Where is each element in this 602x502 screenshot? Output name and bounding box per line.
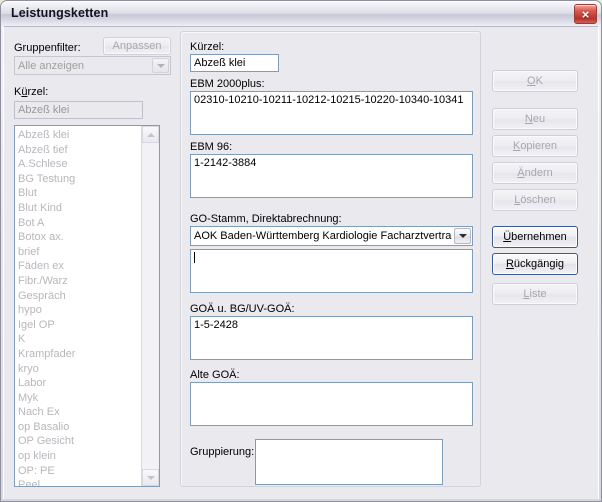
kuerzel-filter-input-value: Abzeß klei <box>18 104 70 116</box>
list-item[interactable]: BG Testung <box>18 172 142 187</box>
list-item[interactable]: Gespräch <box>18 289 142 304</box>
gruppierung-label: Gruppierung: <box>190 446 255 458</box>
chevron-down-icon <box>146 475 155 480</box>
gruppenfilter-combo-value: Alle anzeigen <box>18 60 85 72</box>
list-item[interactable]: hypo <box>18 303 142 318</box>
gostamm-combo-arrow-button[interactable] <box>454 228 471 244</box>
goae-value: 1-5-2428 <box>194 319 239 331</box>
title-bar[interactable]: Leistungsketten × <box>1 1 601 27</box>
ebm2000plus-label: EBM 2000plus: <box>190 78 265 90</box>
list-item[interactable]: OP: PE <box>18 464 142 479</box>
ebm2000plus-textarea[interactable]: 02310-10210-10211-10212-10215-10220-1034… <box>190 91 473 135</box>
gruppierung-input[interactable] <box>255 439 443 485</box>
rueckgaengig-button[interactable]: Rückgängig <box>492 253 578 275</box>
aendern-button[interactable]: Ändern <box>492 162 578 184</box>
detail-kuerzel-label: Kürzel: <box>190 41 225 53</box>
list-item[interactable]: Blut Kind <box>18 201 142 216</box>
ebm96-value: 1-2142-3884 <box>194 157 257 169</box>
list-item[interactable]: OP Gesicht <box>18 434 142 449</box>
list-item[interactable]: Blut <box>18 186 142 201</box>
liste-button[interactable]: Liste <box>492 283 578 305</box>
gostamm-combo[interactable]: AOK Baden-Württemberg Kardiologie Fachar… <box>190 226 473 246</box>
window-title: Leistungsketten <box>11 6 109 20</box>
gruppenfilter-combo[interactable]: Alle anzeigen <box>14 56 171 75</box>
list-item[interactable]: Abzeß klei <box>18 128 142 143</box>
anpassen-button-label: Anpassen <box>112 40 162 52</box>
neu-button-label: Neu <box>524 113 546 125</box>
neu-button[interactable]: Neu <box>492 108 578 130</box>
list-item[interactable]: op Basalio <box>18 420 142 435</box>
gruppenfilter-combo-arrow-button[interactable] <box>152 58 169 73</box>
list-item[interactable]: K <box>18 332 142 347</box>
list-item[interactable]: Labor <box>18 376 142 391</box>
liste-button-label: Liste <box>523 288 547 300</box>
uebernehmen-button-label: Übernehmen <box>503 231 567 243</box>
detail-kuerzel-input[interactable]: Abzeß klei <box>190 54 279 72</box>
list-item[interactable]: Bot A <box>18 216 142 231</box>
kuerzel-filter-input[interactable]: Abzeß klei <box>14 101 143 119</box>
uebernehmen-button[interactable]: Übernehmen <box>492 226 578 248</box>
goae-textarea[interactable]: 1-5-2428 <box>190 316 473 360</box>
gostamm-textarea[interactable] <box>190 249 473 293</box>
ebm2000plus-value: 02310-10210-10211-10212-10215-10220-1034… <box>194 94 464 106</box>
list-item[interactable]: Nach Ex <box>18 405 142 420</box>
list-item[interactable]: Botox ax. <box>18 230 142 245</box>
list-item[interactable]: Igel OP <box>18 318 142 333</box>
kuerzel-filter-label: Kürzel: <box>14 86 49 98</box>
loeschen-button[interactable]: Löschen <box>492 189 578 211</box>
rueckgaengig-button-label: Rückgängig <box>505 258 565 270</box>
alte-goae-label: Alte GOÄ: <box>190 369 240 381</box>
close-button[interactable]: × <box>574 4 597 24</box>
kopieren-button-label: Kopieren <box>512 140 558 152</box>
ebm96-label: EBM 96: <box>190 141 233 153</box>
chevron-down-icon <box>156 63 165 68</box>
leistungsketten-dialog: Leistungsketten × Gruppenfilter: Anpasse… <box>0 0 602 502</box>
alte-goae-textarea[interactable] <box>190 382 473 426</box>
chevron-down-icon <box>458 234 467 238</box>
goae-label: GOÄ u. BG/UV-GOÄ: <box>190 303 295 315</box>
gostamm-combo-value: AOK Baden-Württemberg Kardiologie Fachar… <box>194 230 452 242</box>
close-icon: × <box>581 6 590 22</box>
list-item[interactable]: op klein <box>18 449 142 464</box>
scroll-up-button[interactable] <box>142 126 159 143</box>
kopieren-button[interactable]: Kopieren <box>492 135 578 157</box>
list-item[interactable]: A.Schlese <box>18 157 142 172</box>
gruppenfilter-label: Gruppenfilter: <box>14 42 81 54</box>
ebm96-textarea[interactable]: 1-2142-3884 <box>190 154 473 198</box>
kuerzel-list-items[interactable]: Abzeß klei Abzeß tief A.Schlese BG Testung B… <box>15 126 142 486</box>
list-item[interactable]: Abzeß tief <box>18 143 142 158</box>
list-item[interactable]: Fibr./Warz <box>18 274 142 289</box>
chevron-up-icon <box>146 132 155 137</box>
aendern-button-label: Ändern <box>517 167 553 179</box>
list-item[interactable]: kryo <box>18 362 142 377</box>
list-item[interactable]: Myk <box>18 391 142 406</box>
list-item[interactable]: brief <box>18 245 142 260</box>
kuerzel-listbox[interactable]: Abzeß klei Abzeß tief A.Schlese BG Testung B… <box>14 125 160 487</box>
list-item[interactable]: Krampfader <box>18 347 142 362</box>
ok-button[interactable]: OK <box>492 70 578 92</box>
ok-button-label: OK <box>527 75 543 87</box>
gostamm-label: GO-Stamm, Direktabrechnung: <box>190 213 342 225</box>
detail-kuerzel-value: Abzeß klei <box>194 57 246 69</box>
text-caret <box>194 252 195 263</box>
listbox-scrollbar[interactable] <box>141 126 159 486</box>
loeschen-button-label: Löschen <box>514 194 556 206</box>
list-item[interactable]: Peel <box>18 478 142 486</box>
anpassen-button[interactable]: Anpassen <box>103 37 171 55</box>
scroll-down-button[interactable] <box>142 469 159 486</box>
list-item[interactable]: Fäden ex <box>18 259 142 274</box>
